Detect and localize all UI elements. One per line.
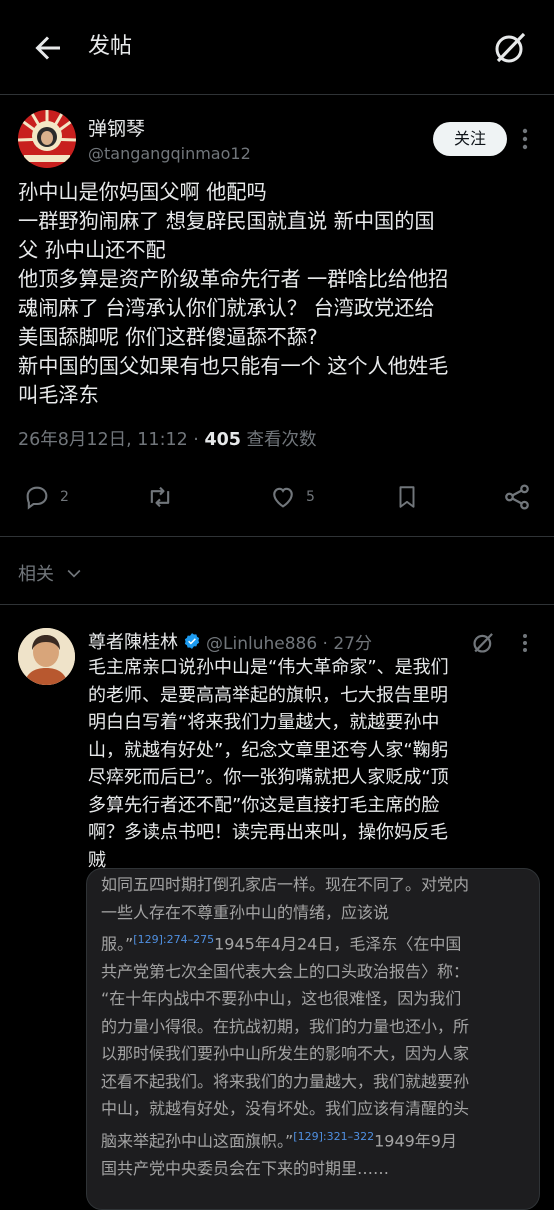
post-meta: 26年8月12日, 11:12 · 405 查看次数 [18, 426, 317, 451]
chevron-down-icon [67, 569, 81, 578]
bookmark-icon [399, 486, 415, 508]
repost-button[interactable] [144, 482, 176, 512]
media-text-line: 服。”[129]:274–2751945年4月24日，毛泽东〈在中国 [101, 926, 531, 958]
divider [0, 94, 554, 95]
share-button[interactable] [502, 482, 532, 512]
media-text: 脑来举起孙中山这面旗帜。” [101, 1131, 294, 1151]
reply-icon [26, 486, 48, 510]
post-text-line: 叫毛泽东 [18, 383, 99, 407]
like-button[interactable]: 5 [268, 482, 315, 512]
divider [0, 536, 554, 537]
reply-button[interactable]: 2 [22, 482, 69, 512]
media-text-line: 脑来举起孙中山这面旗帜。”[129]:321–3221949年9月 [101, 1123, 531, 1155]
post-text-line: 魂闹麻了 台湾承认你们就承认？ 台湾政党还给 [18, 296, 435, 320]
media-text-line: 中山，就越有好处，没有坏处。我们应该有清醒的头 [101, 1099, 470, 1119]
media-text-line: 国共产党中央委员会在下来的时期里…… [101, 1158, 390, 1178]
page-title: 发帖 [88, 34, 133, 59]
reply-text-line: 毛主席亲口说孙中山是“伟大革命家”、是我们 [88, 657, 449, 678]
media-text: 1949年9月 [374, 1131, 457, 1151]
media-text: 1945年4月24日，毛泽东〈在中国 [214, 934, 462, 954]
media-text-line: 共产党第七次全国代表大会上的口头政治报告〉称： [101, 961, 470, 981]
meta-separator: · [187, 430, 205, 450]
media-text-line: “在十年内战中不要孙中山，这也很难怪，因为我们 [101, 989, 462, 1009]
post-text: 孙中山是你妈国父啊 他配吗 一群野狗闹麻了 想复辟民国就直说 新中国的国 父 孙… [18, 178, 538, 410]
grok-icon[interactable] [490, 28, 530, 68]
more-options-icon[interactable] [518, 126, 532, 152]
avatar-image [18, 110, 76, 168]
avatar-image [18, 628, 75, 685]
views-count: 405 [204, 430, 241, 450]
more-options-icon[interactable] [518, 632, 532, 654]
post-text-line: 他顶多算是资产阶级革命先行者 一群啥比给他招 [18, 267, 449, 291]
related-label: 相关 [18, 564, 54, 585]
divider [0, 604, 554, 605]
heart-icon [273, 487, 293, 508]
arrow-left-icon[interactable] [30, 30, 66, 66]
media-text-line: 以那时候我们要孙中山所发生的影响不大，因为人家 [101, 1044, 470, 1064]
reply-header: 尊者陳桂林 @Linluhe886 · 27分 [88, 628, 372, 654]
reply-text-line: 尽瘁死而后已”。你一张狗嘴就把人家贬成“顶 [88, 767, 449, 788]
reply-author-name[interactable]: 尊者陳桂林 [88, 628, 178, 654]
citation-ref: [129]:321–322 [293, 1129, 375, 1143]
post-text-line: 美国舔脚呢 你们这群傻逼舔不舔? [18, 325, 318, 349]
reply-text-line: 啊？多读点书吧！读完再出来叫，操你妈反毛 [88, 822, 448, 843]
bookmark-button[interactable] [394, 482, 420, 512]
avatar[interactable] [18, 628, 75, 685]
citation-ref: [129]:274–275 [133, 933, 215, 946]
media-text-line: 还看不起我们。将来我们的力量越大，我们就越要孙 [101, 1071, 470, 1091]
author-name[interactable]: 弹钢琴 [88, 114, 145, 141]
reply-text-line: 多算先行者还不配”你这是直接打毛主席的脸 [88, 794, 440, 816]
media-text: 服。” [101, 934, 134, 954]
top-bar: 发帖 [0, 0, 554, 94]
post-text-line: 孙中山是你妈国父啊 他配吗 [18, 180, 267, 204]
related-section-header[interactable]: 相关 [18, 560, 84, 586]
media-text-line: 一些人存在不尊重孙中山的情绪，应该说 [101, 902, 390, 922]
reply-handle-time[interactable]: @Linluhe886 · 27分 [206, 629, 372, 654]
media-screenshot-text: 如同五四时期打倒孔家店一样。现在不同了。对党内 一些人存在不尊重孙中山的情绪，应… [101, 871, 531, 1182]
grok-icon[interactable] [470, 630, 496, 656]
reply-media-image[interactable]: 如同五四时期打倒孔家店一样。现在不同了。对党内 一些人存在不尊重孙中山的情绪，应… [86, 868, 540, 1210]
repost-icon [150, 486, 170, 508]
verified-badge-icon [184, 633, 200, 649]
reply-count: 2 [60, 489, 69, 505]
reply-text-line: 明白白写着“将来我们力量越大，就越要孙中 [88, 712, 440, 733]
author-handle[interactable]: @tangangqinmao12 [88, 144, 251, 163]
post-text-line: 一群野狗闹麻了 想复辟民国就直说 新中国的国 [18, 209, 435, 233]
media-text-line: 如同五四时期打倒孔家店一样。现在不同了。对党内 [101, 875, 470, 894]
post-text-line: 新中国的国父如果有也只能有一个 这个人他姓毛 [18, 354, 449, 378]
post-text-line: 父 孙中山还不配 [18, 238, 166, 262]
avatar[interactable] [18, 110, 76, 168]
like-count: 5 [306, 489, 315, 505]
post-date: 26年8月12日, 11:12 [18, 430, 188, 450]
reply-text: 毛主席亲口说孙中山是“伟大革命家”、是我们 的老师、是要高高举起的旗帜，七大报告… [88, 654, 548, 874]
share-icon [505, 484, 529, 510]
reply-text-line: 的老师、是要高高举起的旗帜，七大报告里明 [88, 684, 448, 706]
media-text-line: 的力量小得很。在抗战初期，我们的力量也还小，所 [101, 1016, 470, 1036]
views-label: 查看次数 [240, 430, 317, 450]
reply-text-line: 山，就越有好处”，纪念文章里还夸人家“鞠躬 [88, 739, 449, 761]
follow-button[interactable]: 关注 [433, 122, 507, 156]
